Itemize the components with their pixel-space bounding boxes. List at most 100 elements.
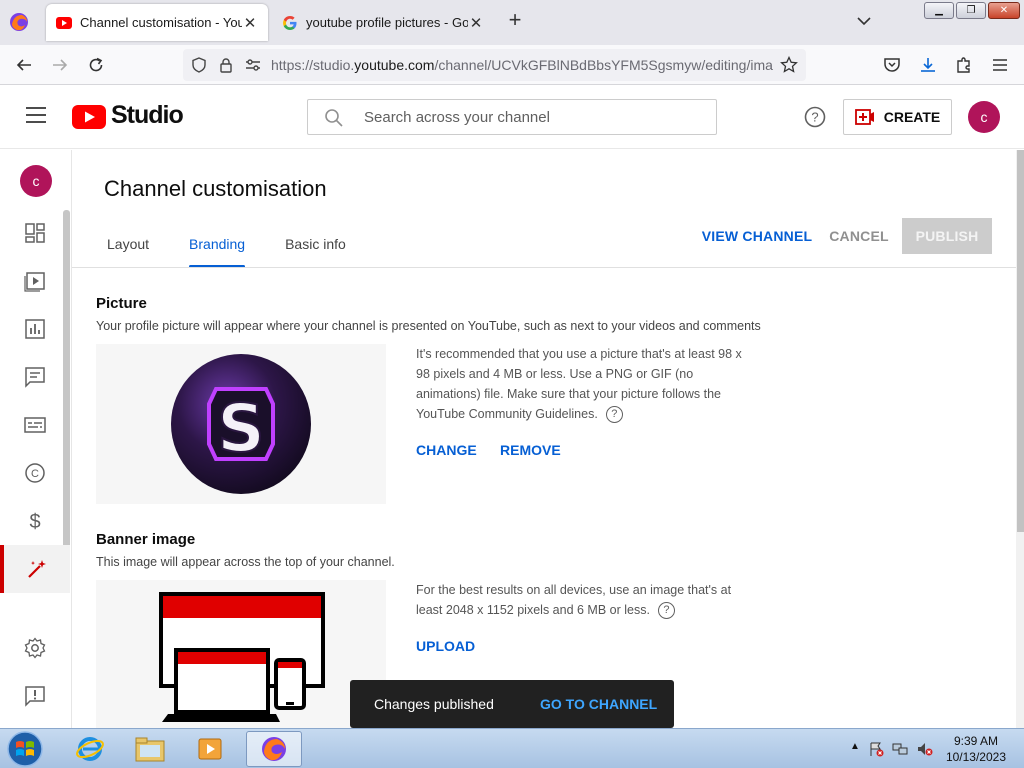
picture-section-desc: Your profile picture will appear where y… [96, 319, 761, 333]
youtube-favicon-icon [56, 16, 72, 29]
system-tray: ▲ 9:39 AM 10/13/2023 [834, 729, 1024, 768]
firefox-menu-icon[interactable] [8, 11, 30, 33]
app-menu-icon[interactable] [990, 55, 1010, 75]
svg-text:$: $ [29, 511, 40, 532]
downloads-icon[interactable] [918, 55, 938, 75]
media-player-icon [198, 738, 222, 760]
dashboard-icon [25, 223, 45, 243]
chevron-down-icon[interactable] [855, 12, 873, 30]
minimize-button[interactable]: ▁ [924, 2, 954, 19]
action-center-flag-icon[interactable] [868, 741, 884, 757]
search-box[interactable] [307, 99, 717, 135]
search-input[interactable] [364, 100, 704, 134]
tab-divider [72, 267, 1016, 268]
tab-layout[interactable]: Layout [92, 228, 164, 268]
help-icon[interactable]: ? [804, 106, 826, 128]
sidebar-item-settings[interactable] [0, 624, 70, 672]
upload-banner-button[interactable]: UPLOAD [416, 638, 475, 654]
firefox-icon [262, 737, 286, 761]
account-avatar[interactable]: c [968, 101, 1000, 133]
cancel-button[interactable]: CANCEL [824, 218, 894, 254]
page-tabs: Layout Branding Basic info [92, 228, 371, 268]
devices-illustration-icon [159, 592, 325, 722]
taskbar-internet-explorer[interactable] [62, 731, 118, 767]
sidebar-item-dashboard[interactable] [0, 209, 70, 257]
back-arrow-icon[interactable] [14, 55, 34, 75]
banner-section-title: Banner image [96, 531, 196, 548]
feedback-icon [25, 686, 45, 707]
settings-icon [24, 637, 46, 659]
network-icon[interactable] [892, 741, 908, 757]
taskbar-media-player[interactable] [182, 731, 238, 767]
reload-icon[interactable] [86, 55, 106, 75]
sidebar-item-analytics[interactable] [0, 305, 70, 353]
bookmark-star-icon[interactable] [780, 56, 798, 74]
sidebar-item-feedback[interactable] [0, 672, 70, 720]
banner-section-desc: This image will appear across the top of… [96, 555, 395, 569]
create-button[interactable]: CREATE [843, 99, 952, 135]
close-icon[interactable]: ✕ [468, 14, 484, 32]
view-channel-button[interactable]: VIEW CHANNEL [700, 218, 814, 254]
sidebar-item-earn[interactable]: $ [0, 497, 70, 545]
forward-arrow-icon[interactable] [50, 55, 70, 75]
customisation-icon [28, 560, 46, 578]
tab-title: youtube profile pictures - Google Search [306, 15, 468, 30]
tab-channel-customisation[interactable]: Channel customisation - YouTube Studio ✕ [46, 4, 268, 41]
new-tab-button[interactable]: + [504, 9, 526, 32]
windows-start-icon[interactable] [6, 731, 44, 767]
change-picture-button[interactable]: CHANGE [416, 442, 477, 458]
main-content: Channel customisation Layout Branding Ba… [72, 150, 1016, 728]
studio-logo-text[interactable]: Studio [111, 101, 184, 130]
taskbar-file-explorer[interactable] [122, 731, 178, 767]
pocket-icon[interactable] [882, 55, 902, 75]
shield-icon[interactable] [191, 57, 207, 73]
channel-avatar[interactable]: c [20, 165, 52, 197]
profile-picture-image: S [171, 354, 311, 494]
banner-info: For the best results on all devices, use… [416, 580, 756, 620]
close-window-button[interactable]: ✕ [988, 2, 1020, 19]
url-bar[interactable]: https://studio.youtube.com/channel/UCVkG… [183, 49, 806, 81]
banner-preview [96, 580, 386, 728]
taskbar-clock[interactable]: 9:39 AM 10/13/2023 [946, 733, 1006, 765]
page-title: Channel customisation [104, 176, 327, 201]
earn-icon: $ [29, 511, 40, 532]
clock-date: 10/13/2023 [945, 750, 1006, 764]
content-icon [24, 272, 45, 292]
tab-title: Channel customisation - YouTube Studio [80, 15, 242, 30]
lock-icon[interactable] [219, 57, 233, 73]
search-icon [325, 109, 343, 127]
remove-picture-button[interactable]: REMOVE [500, 442, 561, 458]
help-icon[interactable]: ? [657, 602, 675, 620]
snackbar-toast: Changes published GO TO CHANNEL [350, 680, 674, 728]
restore-button[interactable]: ❐ [956, 2, 986, 19]
tab-branding[interactable]: Branding [174, 228, 260, 268]
sidebar-item-customisation[interactable] [0, 545, 70, 593]
publish-button[interactable]: PUBLISH [902, 218, 992, 254]
close-icon[interactable]: ✕ [242, 14, 258, 32]
tab-basic-info[interactable]: Basic info [270, 228, 361, 268]
taskbar-firefox[interactable] [246, 731, 302, 767]
folder-icon [135, 737, 165, 762]
help-icon[interactable]: ? [605, 406, 623, 424]
profile-letter: S [217, 390, 265, 467]
sidebar-item-comments[interactable] [0, 353, 70, 401]
hamburger-menu-icon[interactable] [26, 107, 46, 123]
main-scrollbar[interactable] [1016, 150, 1024, 728]
go-to-channel-button[interactable]: GO TO CHANNEL [540, 696, 657, 712]
sidebar-item-copyright[interactable]: C [0, 449, 70, 497]
scrollbar-thumb[interactable] [1017, 150, 1024, 532]
studio-header: Studio ? CREATE c [0, 85, 1024, 149]
volume-muted-icon[interactable] [916, 741, 934, 757]
profile-picture-preview: S [96, 344, 386, 504]
youtube-logo-icon[interactable] [72, 105, 106, 129]
window-controls: ▁ ❐ ✕ [924, 2, 1020, 19]
show-hidden-icons-icon[interactable]: ▲ [850, 741, 860, 752]
sidebar-item-content[interactable] [0, 257, 70, 305]
permissions-icon[interactable] [245, 58, 261, 72]
tab-google-search[interactable]: youtube profile pictures - Google Search… [272, 4, 494, 41]
extensions-icon[interactable] [954, 55, 974, 75]
banner-info-text: For the best results on all devices, use… [416, 583, 732, 617]
video-plus-icon [854, 109, 874, 125]
svg-text:?: ? [811, 110, 818, 125]
sidebar-item-subtitles[interactable] [0, 401, 70, 449]
